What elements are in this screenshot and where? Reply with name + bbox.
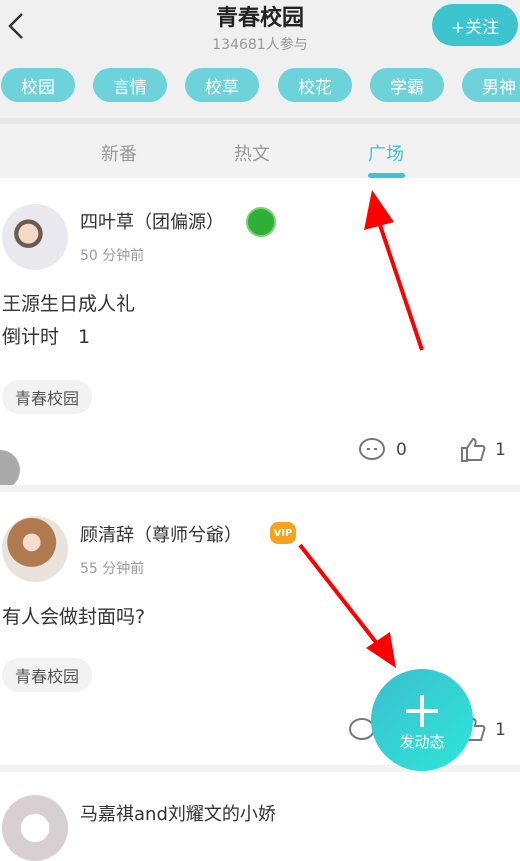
like-count: 1 bbox=[495, 720, 506, 740]
annotation-arrow bbox=[378, 224, 424, 351]
annotation-arrow bbox=[298, 543, 384, 652]
topic-tag[interactable]: 青春校园 bbox=[2, 658, 93, 692]
topic-tag[interactable]: 青春校园 bbox=[2, 380, 93, 414]
follow-button[interactable]: +关注 bbox=[432, 4, 518, 46]
medal-badge-icon bbox=[246, 207, 276, 237]
like-count: 1 bbox=[495, 440, 506, 460]
divider bbox=[0, 485, 520, 492]
tab-new[interactable]: 新番 bbox=[79, 140, 159, 166]
post-time: 55 分钟前 bbox=[80, 561, 145, 577]
post-author[interactable]: 四叶草（团偏源） bbox=[80, 208, 224, 234]
chip-heartthrob[interactable]: 男神 bbox=[462, 68, 520, 102]
post-author[interactable]: 马嘉祺and刘耀文的小娇 bbox=[80, 800, 276, 826]
like-icon[interactable] bbox=[458, 436, 486, 468]
side-handle[interactable] bbox=[0, 450, 20, 490]
tab-square[interactable]: 广场 bbox=[346, 140, 426, 166]
avatar[interactable] bbox=[2, 204, 68, 270]
chip-top-student[interactable]: 学霸 bbox=[370, 68, 444, 102]
annotation-arrowhead bbox=[364, 190, 394, 230]
fab-label: 发动态 bbox=[399, 733, 445, 751]
post-body-line: 王源生日成人礼 bbox=[2, 293, 136, 315]
post-author[interactable]: 顾清辞（尊师兮爺） bbox=[80, 521, 242, 547]
post-body-line: 倒计时 1 bbox=[2, 326, 91, 348]
avatar[interactable] bbox=[2, 795, 68, 861]
chip-school-hunk[interactable]: 校草 bbox=[185, 68, 259, 102]
plus-icon bbox=[406, 695, 438, 727]
post-time: 50 分钟前 bbox=[80, 248, 145, 264]
comment-icon[interactable] bbox=[358, 437, 386, 467]
post-body-line: 有人会做封面吗? bbox=[2, 606, 146, 628]
chip-romance[interactable]: 言情 bbox=[93, 68, 167, 102]
tab-hot[interactable]: 热文 bbox=[212, 140, 292, 166]
comment-count: 0 bbox=[396, 440, 407, 460]
chip-school-belle[interactable]: 校花 bbox=[278, 68, 352, 102]
annotation-arrowhead bbox=[366, 632, 396, 668]
avatar[interactable] bbox=[2, 516, 68, 582]
post-update-button[interactable]: 发动态 bbox=[371, 669, 473, 771]
chip-campus[interactable]: 校园 bbox=[1, 68, 75, 102]
vip-badge: VIP bbox=[270, 522, 296, 544]
tab-indicator bbox=[368, 173, 405, 178]
